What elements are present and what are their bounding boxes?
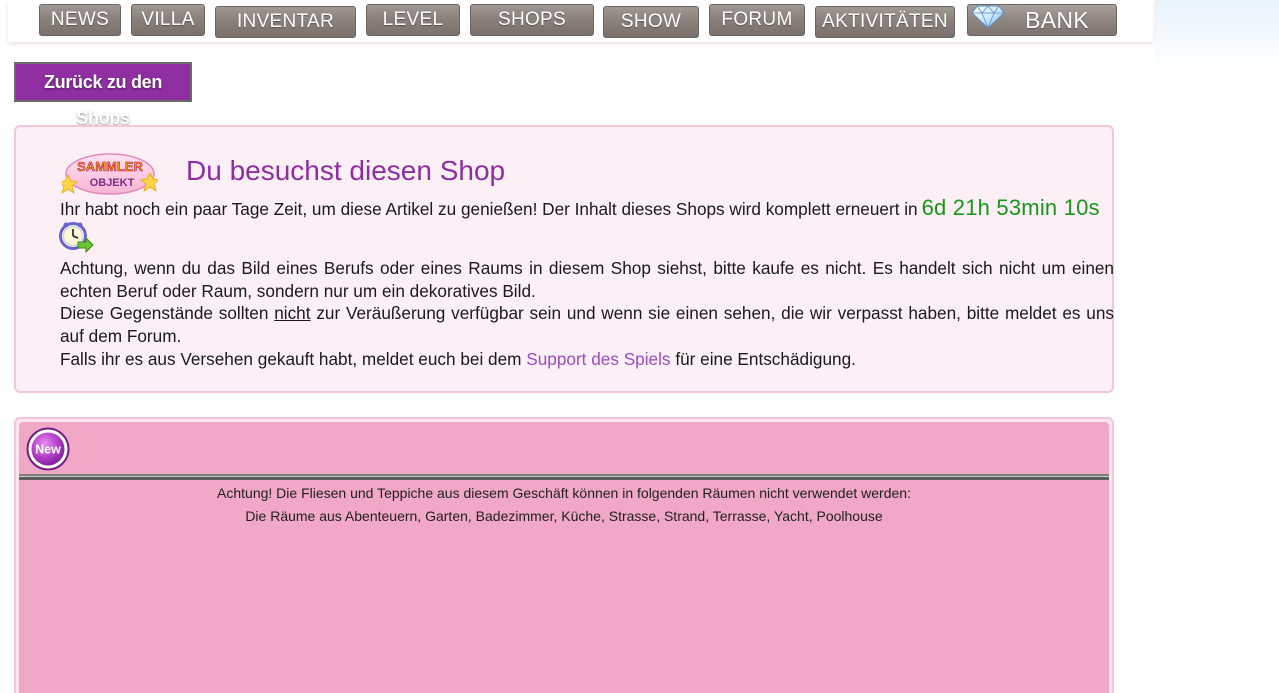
new-badge-icon: New bbox=[26, 427, 70, 471]
nav-aktivitaeten[interactable]: AKTIVITÄTEN bbox=[815, 6, 955, 38]
renewal-text: Ihr habt noch ein paar Tage Zeit, um die… bbox=[60, 199, 918, 219]
countdown-timer: 6d 21h 53min 10s bbox=[921, 195, 1100, 220]
main-nav: NEWS VILLA INVENTAR LEVEL SHOPS SHOW FOR… bbox=[8, 0, 1153, 42]
shop-info-box: SAMMLER OBJEKT Du besuchst diesen Shop I… bbox=[14, 125, 1114, 393]
renewal-paragraph: Ihr habt noch ein paar Tage Zeit, um die… bbox=[60, 195, 1114, 221]
support-text-a: Falls ihr es aus Versehen gekauft habt, … bbox=[60, 348, 522, 369]
not-for-sale-paragraph: Diese Gegenstände sollten nicht zur Verä… bbox=[60, 302, 1114, 348]
top-right-glow bbox=[1155, 0, 1279, 70]
nav-bank-label: BANK bbox=[1025, 7, 1089, 33]
nav-villa[interactable]: VILLA bbox=[131, 4, 205, 36]
clock-arrow-icon bbox=[59, 221, 94, 254]
back-to-shops-button[interactable]: Zurück zu den Shops bbox=[14, 62, 192, 128]
tiles-notice: Achtung! Die Fliesen und Teppiche aus di… bbox=[217, 485, 911, 501]
nav-level[interactable]: LEVEL bbox=[366, 4, 460, 36]
shop-items-panel: New Achtung! Die Fliesen und Teppiche au… bbox=[14, 417, 1114, 693]
page: NEWS VILLA INVENTAR LEVEL SHOPS SHOW FOR… bbox=[0, 0, 1279, 693]
warning-paragraph: Achtung, wenn du das Bild eines Berufs o… bbox=[60, 257, 1114, 301]
support-link[interactable]: Support des Spiels bbox=[526, 349, 670, 369]
nav-forum[interactable]: FORUM bbox=[709, 4, 805, 36]
badge-line-1: SAMMLER bbox=[77, 159, 143, 174]
badge-line-2: OBJEKT bbox=[90, 177, 135, 189]
not-underlined: nicht bbox=[274, 303, 311, 324]
clock-row bbox=[59, 221, 1114, 257]
rooms-list-notice: Die Räume aus Abenteuern, Garten, Badezi… bbox=[245, 508, 883, 524]
sammler-objekt-badge: SAMMLER OBJEKT bbox=[62, 153, 158, 195]
shop-inner: New Achtung! Die Fliesen und Teppiche au… bbox=[19, 422, 1109, 693]
not-for-sale-text-a: Diese Gegenstände sollten bbox=[60, 303, 269, 324]
nav-news[interactable]: NEWS bbox=[39, 4, 121, 36]
shop-visit-title: Du besuchst diesen Shop bbox=[186, 155, 506, 186]
info-text: Ihr habt noch ein paar Tage Zeit, um die… bbox=[59, 195, 1114, 371]
nav-bank[interactable]: BANK bbox=[967, 4, 1117, 36]
support-text-b: für eine Entschädigung. bbox=[675, 348, 856, 369]
diamond-icon bbox=[971, 5, 1005, 29]
support-paragraph: Falls ihr es aus Versehen gekauft habt, … bbox=[60, 348, 1114, 371]
nav-show[interactable]: SHOW bbox=[603, 6, 699, 38]
new-badge-label: New bbox=[35, 443, 61, 457]
panel-divider bbox=[19, 474, 1109, 480]
nav-inventar[interactable]: INVENTAR bbox=[215, 6, 356, 38]
nav-shops[interactable]: SHOPS bbox=[470, 4, 594, 36]
